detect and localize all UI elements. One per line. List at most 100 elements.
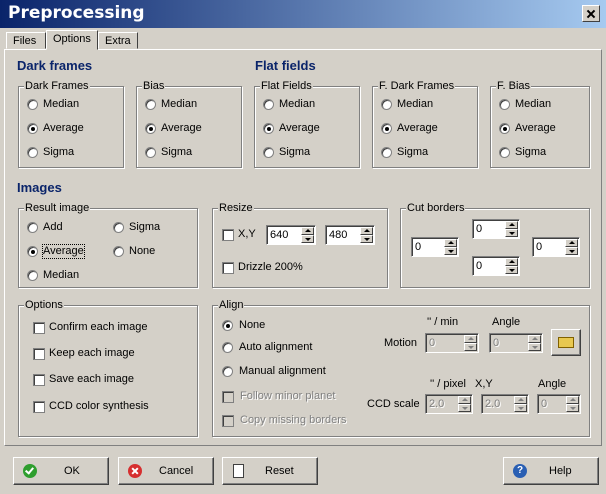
confirm-each-image-label: Confirm each image bbox=[49, 321, 148, 333]
spin-down-icon[interactable] bbox=[444, 247, 457, 255]
ccd-xy-spinner[interactable]: 2.0 bbox=[481, 394, 529, 414]
tab-label: Files bbox=[13, 35, 37, 47]
spin-up-icon[interactable] bbox=[528, 335, 541, 343]
flat-sigma-radio[interactable] bbox=[263, 147, 274, 158]
cut-left-spinner[interactable]: 0 bbox=[411, 237, 459, 257]
ccd-pixel-spinner[interactable]: 2.0 bbox=[425, 394, 473, 414]
motion-label: Motion bbox=[384, 337, 418, 349]
cut-top-value: 0 bbox=[476, 223, 483, 235]
bias-sigma-label: Sigma bbox=[161, 146, 193, 158]
fbias-average-radio[interactable] bbox=[499, 123, 510, 134]
spin-up-icon[interactable] bbox=[505, 258, 518, 266]
spin-down-icon[interactable] bbox=[505, 229, 518, 237]
bias-sigma-radio[interactable] bbox=[145, 147, 156, 158]
bias-average-label: Average bbox=[161, 122, 202, 134]
fdark-average-radio[interactable] bbox=[381, 123, 392, 134]
ok-button[interactable]: OK bbox=[13, 457, 109, 485]
section-flat-fields: Flat fields bbox=[255, 58, 316, 73]
tab-extra[interactable]: Extra bbox=[98, 32, 138, 49]
cut-right-spinner[interactable]: 0 bbox=[532, 237, 580, 257]
spin-up-icon[interactable] bbox=[301, 227, 314, 235]
spin-up-icon[interactable] bbox=[514, 396, 527, 404]
spin-up-icon[interactable] bbox=[505, 221, 518, 229]
fdark-sigma-radio[interactable] bbox=[381, 147, 392, 158]
flat-median-radio[interactable] bbox=[263, 99, 274, 110]
spin-up-icon[interactable] bbox=[566, 396, 579, 404]
tab-options[interactable]: Options bbox=[46, 30, 98, 50]
ccd-color-synthesis-label: CCD color synthesis bbox=[49, 400, 149, 412]
reset-label: Reset bbox=[265, 465, 294, 477]
result-median-radio[interactable] bbox=[27, 270, 38, 281]
copy-missing-borders-checkbox[interactable] bbox=[222, 415, 234, 427]
motion-unit-label: '' / min bbox=[427, 316, 459, 328]
result-sigma-radio[interactable] bbox=[113, 222, 124, 233]
resize-y-value: 480 bbox=[329, 229, 348, 241]
cancel-button[interactable]: Cancel bbox=[118, 457, 214, 485]
spin-down-icon[interactable] bbox=[360, 235, 373, 243]
ccd-scale-label: CCD scale bbox=[367, 398, 420, 410]
align-auto-label: Auto alignment bbox=[239, 341, 313, 353]
align-manual-radio[interactable] bbox=[222, 366, 233, 377]
motion-spinner[interactable]: 0 bbox=[425, 333, 479, 353]
ccd-pixel-value: 2.0 bbox=[429, 398, 445, 410]
spin-down-icon[interactable] bbox=[464, 343, 477, 351]
fdark-median-radio[interactable] bbox=[381, 99, 392, 110]
spin-down-icon[interactable] bbox=[566, 404, 579, 412]
reset-button[interactable]: Reset bbox=[222, 457, 318, 485]
motion-angle-spinner[interactable]: 0 bbox=[489, 333, 543, 353]
drizzle-checkbox[interactable] bbox=[222, 262, 234, 274]
cut-top-spinner[interactable]: 0 bbox=[472, 219, 520, 239]
result-none-radio[interactable] bbox=[113, 246, 124, 257]
spin-up-icon[interactable] bbox=[464, 335, 477, 343]
align-none-label: None bbox=[239, 319, 266, 331]
fbias-sigma-radio[interactable] bbox=[499, 147, 510, 158]
dark-median-label: Median bbox=[43, 98, 80, 110]
help-button[interactable]: ? Help bbox=[503, 457, 599, 485]
bias-average-radio[interactable] bbox=[145, 123, 156, 134]
bias-median-radio[interactable] bbox=[145, 99, 156, 110]
save-each-image-checkbox[interactable] bbox=[33, 374, 45, 386]
dark-median-radio[interactable] bbox=[27, 99, 38, 110]
save-each-image-label: Save each image bbox=[49, 373, 134, 385]
spin-down-icon[interactable] bbox=[565, 247, 578, 255]
spin-up-icon[interactable] bbox=[458, 396, 471, 404]
follow-minor-planet-checkbox[interactable] bbox=[222, 391, 234, 403]
tab-files[interactable]: Files bbox=[6, 32, 46, 49]
folder-icon bbox=[558, 337, 574, 348]
spin-up-icon[interactable] bbox=[360, 227, 373, 235]
ccd-angle-spinner[interactable]: 0 bbox=[537, 394, 581, 414]
close-button[interactable] bbox=[582, 5, 600, 22]
spin-down-icon[interactable] bbox=[505, 266, 518, 274]
spin-up-icon[interactable] bbox=[444, 239, 457, 247]
fbias-median-radio[interactable] bbox=[499, 99, 510, 110]
resize-y-spinner[interactable]: 480 bbox=[325, 225, 375, 245]
flat-average-radio[interactable] bbox=[263, 123, 274, 134]
align-none-radio[interactable] bbox=[222, 320, 233, 331]
resize-x-spinner[interactable]: 640 bbox=[266, 225, 316, 245]
cut-borders-label: Cut borders bbox=[406, 202, 466, 214]
check-icon bbox=[23, 464, 37, 478]
result-add-radio[interactable] bbox=[27, 222, 38, 233]
open-folder-button[interactable] bbox=[551, 329, 581, 356]
confirm-each-image-checkbox[interactable] bbox=[33, 322, 45, 334]
spin-up-icon[interactable] bbox=[565, 239, 578, 247]
result-none-label: None bbox=[129, 245, 156, 257]
spin-down-icon[interactable] bbox=[301, 235, 314, 243]
result-average-radio[interactable] bbox=[27, 246, 38, 257]
dark-average-radio[interactable] bbox=[27, 123, 38, 134]
spin-down-icon[interactable] bbox=[514, 404, 527, 412]
dark-sigma-radio[interactable] bbox=[27, 147, 38, 158]
spin-down-icon[interactable] bbox=[458, 404, 471, 412]
fbias-sigma-label: Sigma bbox=[515, 146, 547, 158]
motion-angle-value: 0 bbox=[493, 337, 500, 349]
resize-xy-checkbox[interactable] bbox=[222, 229, 234, 241]
follow-minor-planet-label: Follow minor planet bbox=[240, 390, 336, 402]
ccd-color-synthesis-checkbox[interactable] bbox=[33, 401, 45, 413]
flat-average-label: Average bbox=[279, 122, 320, 134]
section-images: Images bbox=[17, 180, 62, 195]
keep-each-image-checkbox[interactable] bbox=[33, 348, 45, 360]
ccd-angle-value: 0 bbox=[541, 398, 548, 410]
cut-bottom-spinner[interactable]: 0 bbox=[472, 256, 520, 276]
spin-down-icon[interactable] bbox=[528, 343, 541, 351]
align-auto-radio[interactable] bbox=[222, 342, 233, 353]
